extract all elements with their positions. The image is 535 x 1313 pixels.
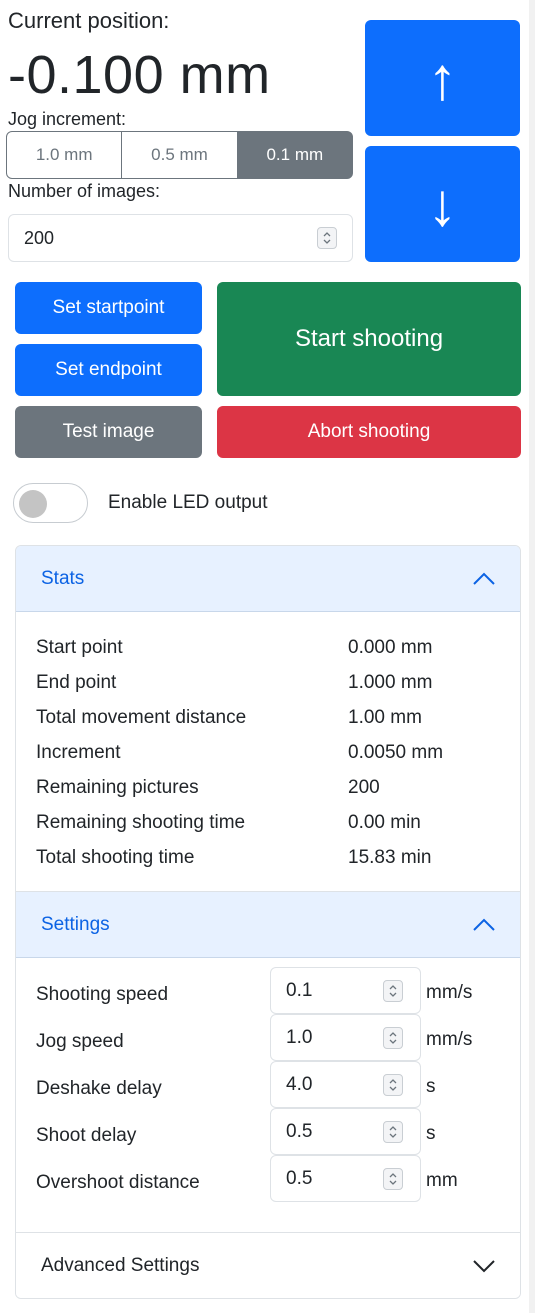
set-startpoint-button[interactable]: Set startpoint	[15, 282, 202, 334]
setting-value: 0.1	[286, 979, 313, 1001]
chevron-up-icon	[473, 572, 495, 585]
setting-row-overshoot-distance: Overshoot distance 0.5 mm	[36, 1155, 506, 1219]
stat-row: Total movement distance 1.00 mm	[36, 707, 506, 742]
abort-shooting-button[interactable]: Abort shooting	[217, 406, 521, 458]
current-position-value: -0.100 mm	[8, 45, 271, 105]
stat-label: Total movement distance	[36, 707, 247, 728]
toggle-knob	[19, 490, 47, 518]
setting-label: Jog speed	[36, 1031, 124, 1052]
settings-title: Settings	[41, 913, 110, 935]
setting-label: Overshoot distance	[36, 1172, 200, 1193]
setting-label: Deshake delay	[36, 1078, 162, 1099]
stat-row: Total shooting time 15.83 min	[36, 847, 506, 882]
setting-label: Shoot delay	[36, 1125, 137, 1146]
settings-header[interactable]: Settings	[16, 892, 520, 958]
scrollbar[interactable]	[529, 0, 535, 1313]
number-spinner[interactable]	[383, 980, 403, 1002]
setting-unit: s	[426, 1123, 436, 1144]
setting-unit: s	[426, 1076, 436, 1097]
chevron-down-icon	[473, 1260, 495, 1273]
shooting-speed-input[interactable]: 0.1	[270, 967, 421, 1014]
number-spinner[interactable]	[383, 1168, 403, 1190]
jog-down-button[interactable]: ↓	[365, 146, 520, 262]
setting-value: 0.5	[286, 1120, 313, 1142]
jog-increment-label: Jog increment:	[8, 109, 127, 129]
setting-unit: mm	[426, 1170, 458, 1191]
spinner-arrows-icon	[389, 1079, 397, 1091]
setting-value: 4.0	[286, 1073, 313, 1095]
stat-row: End point 1.000 mm	[36, 672, 506, 707]
stat-row: Remaining shooting time 0.00 min	[36, 812, 506, 847]
spinner-arrows-icon	[389, 1032, 397, 1044]
jog-option-1mm[interactable]: 1.0 mm	[6, 131, 123, 179]
jog-speed-input[interactable]: 1.0	[270, 1014, 421, 1061]
advanced-settings-header[interactable]: Advanced Settings	[16, 1233, 520, 1298]
stat-label: Total shooting time	[36, 847, 195, 868]
arrow-up-icon: ↑	[427, 44, 458, 112]
overshoot-distance-input[interactable]: 0.5	[270, 1155, 421, 1202]
spinner-arrows-icon	[389, 1126, 397, 1138]
chevron-up-icon	[473, 918, 495, 931]
arrow-down-icon: ↓	[427, 170, 458, 238]
spinner-arrows-icon	[389, 1173, 397, 1185]
number-spinner[interactable]	[383, 1121, 403, 1143]
stat-label: End point	[36, 672, 117, 693]
number-spinner[interactable]	[383, 1027, 403, 1049]
spinner-arrows-icon	[323, 232, 331, 244]
jog-option-0-1mm[interactable]: 0.1 mm	[236, 131, 353, 179]
number-of-images-label: Number of images:	[8, 181, 161, 201]
spinner-arrows-icon	[389, 985, 397, 997]
led-output-toggle[interactable]	[13, 483, 88, 523]
number-spinner[interactable]	[317, 227, 337, 249]
stat-row: Start point 0.000 mm	[36, 637, 506, 672]
stat-value: 15.83 min	[348, 847, 432, 868]
stat-label: Remaining pictures	[36, 777, 199, 798]
stat-label: Start point	[36, 637, 123, 658]
stat-value: 1.00 mm	[348, 707, 422, 728]
number-of-images-input[interactable]: 200	[8, 214, 353, 262]
deshake-delay-input[interactable]: 4.0	[270, 1061, 421, 1108]
setting-unit: mm/s	[426, 982, 473, 1003]
jog-option-0-5mm[interactable]: 0.5 mm	[121, 131, 238, 179]
number-spinner[interactable]	[383, 1074, 403, 1096]
accordion: Stats Start point 0.000 mm End point 1.0…	[15, 545, 521, 1299]
stat-value: 1.000 mm	[348, 672, 433, 693]
jog-increment-group: 1.0 mm 0.5 mm 0.1 mm	[6, 131, 353, 179]
stats-title: Stats	[41, 567, 85, 589]
number-of-images-value: 200	[24, 227, 55, 248]
setting-value: 1.0	[286, 1026, 313, 1048]
stats-header[interactable]: Stats	[16, 546, 520, 612]
stat-value: 0.0050 mm	[348, 742, 444, 763]
advanced-settings-title: Advanced Settings	[41, 1255, 200, 1276]
setting-value: 0.5	[286, 1167, 313, 1189]
stat-value: 0.000 mm	[348, 637, 433, 658]
start-shooting-button[interactable]: Start shooting	[217, 282, 521, 396]
set-endpoint-button[interactable]: Set endpoint	[15, 344, 202, 396]
stat-label: Increment	[36, 742, 121, 763]
test-image-button[interactable]: Test image	[15, 406, 202, 458]
setting-unit: mm/s	[426, 1029, 473, 1050]
jog-up-button[interactable]: ↑	[365, 20, 520, 136]
stat-row: Increment 0.0050 mm	[36, 742, 506, 777]
setting-label: Shooting speed	[36, 984, 169, 1005]
stat-value: 0.00 min	[348, 812, 421, 833]
stat-row: Remaining pictures 200	[36, 777, 506, 812]
current-position-label: Current position:	[8, 8, 170, 33]
stat-label: Remaining shooting time	[36, 812, 246, 833]
stat-value: 200	[348, 777, 380, 798]
shoot-delay-input[interactable]: 0.5	[270, 1108, 421, 1155]
led-output-label: Enable LED output	[108, 492, 268, 513]
